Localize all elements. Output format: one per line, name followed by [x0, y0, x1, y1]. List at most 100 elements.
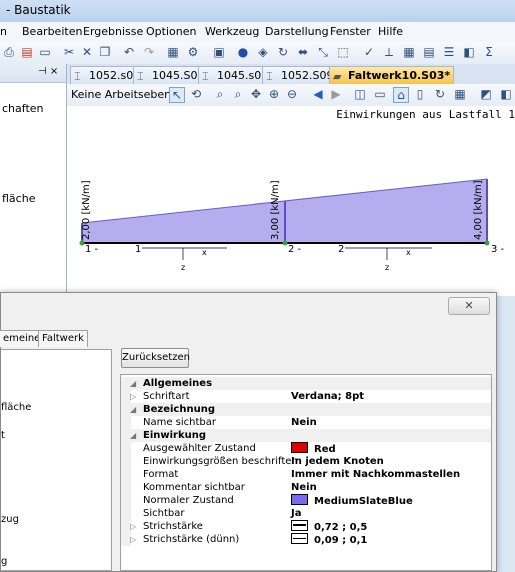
measure-icon[interactable]: ⟂: [382, 45, 396, 59]
check-icon[interactable]: ✓: [362, 45, 376, 59]
forward-icon[interactable]: ▶: [329, 87, 343, 101]
menu-item-view[interactable]: Darstellung: [265, 25, 329, 38]
property-value[interactable]: 0,72 ; 0,5: [291, 520, 367, 534]
collapse-icon[interactable]: ◢: [130, 403, 136, 416]
cut-icon[interactable]: ✂: [62, 45, 76, 59]
slab-icon: ▰: [333, 70, 342, 83]
table-icon[interactable]: ▤: [422, 45, 436, 59]
menu-item-file[interactable]: n: [0, 25, 7, 38]
property-value[interactable]: Nein: [291, 416, 317, 429]
pan-icon[interactable]: ✥: [249, 87, 263, 101]
category-row[interactable]: ◢ Bezeichnung: [121, 403, 491, 416]
property-row[interactable]: Ausgewählter Zustand Red: [121, 442, 491, 455]
list-item[interactable]: fläche: [1, 402, 31, 413]
doc-tab-active[interactable]: ▰ Faltwerk10.S03*: [329, 66, 455, 84]
grid-toggle-icon[interactable]: ▦: [453, 87, 467, 101]
beam-icon: ⌶: [74, 70, 81, 83]
export-icon[interactable]: ▣: [212, 45, 226, 59]
zoom-in-icon[interactable]: ⊕: [267, 87, 281, 101]
zoom-window-icon[interactable]: ⌕: [213, 87, 227, 101]
transform-icon[interactable]: ⤡: [316, 45, 330, 59]
property-row[interactable]: Format Immer mit Nachkommastellen: [121, 468, 491, 481]
list-item[interactable]: g: [1, 556, 7, 567]
delete-icon[interactable]: ✕: [80, 45, 94, 59]
color-swatch: [291, 494, 308, 505]
property-value[interactable]: In jedem Knoten: [291, 455, 384, 468]
view-side-icon[interactable]: ▯: [413, 87, 427, 101]
beam-icon: ⌶: [137, 70, 144, 83]
mirror-icon[interactable]: ◈: [256, 45, 270, 59]
doc-tab[interactable]: ⌶ 1052.S09: [262, 66, 338, 84]
property-row[interactable]: ▷ Strichstärke (dünn) 0,09 ; 0,1: [121, 533, 491, 546]
menu-item-edit[interactable]: Bearbeiten: [22, 25, 82, 38]
category-row[interactable]: ◢ Einwirkung: [121, 429, 491, 442]
expand-icon[interactable]: ▷: [130, 520, 136, 533]
layers-dropdown[interactable]: Keine Arbeitseben ▾: [71, 88, 180, 101]
view-3d-icon[interactable]: ◫: [353, 87, 367, 101]
property-value[interactable]: Verdana; 8pt: [291, 390, 364, 403]
grid-icon[interactable]: ▦: [402, 45, 416, 59]
close-button[interactable]: ✕: [448, 297, 490, 315]
move-icon[interactable]: ⬌: [296, 45, 310, 59]
rotate-icon[interactable]: ↻: [276, 45, 290, 59]
property-name: Schriftart: [143, 391, 190, 402]
menu-item-options[interactable]: Optionen: [146, 25, 196, 38]
collapse-icon[interactable]: ◢: [130, 377, 136, 390]
layers-view-icon[interactable]: ◧: [499, 87, 513, 101]
menu-item-help[interactable]: Hilfe: [378, 25, 403, 38]
scale-icon[interactable]: ⬚: [336, 45, 350, 59]
zoom-icon[interactable]: ⌕: [231, 87, 245, 101]
preview-icon[interactable]: ▭: [38, 45, 52, 59]
property-value[interactable]: Nein: [291, 481, 317, 494]
rotate-view-icon[interactable]: ⟲: [189, 87, 203, 101]
copy-icon[interactable]: ❐: [98, 45, 112, 59]
node-icon[interactable]: ●: [236, 45, 250, 59]
list-icon[interactable]: ☰: [442, 45, 456, 59]
expand-icon[interactable]: ▷: [130, 533, 136, 546]
property-row[interactable]: Sichtbar Ja: [121, 507, 491, 520]
menu-item-window[interactable]: Fenster: [330, 25, 371, 38]
back-icon[interactable]: ◀: [311, 87, 325, 101]
layers-icon[interactable]: ◧: [462, 45, 476, 59]
view-home-icon[interactable]: ⌂: [393, 87, 409, 103]
close-icon: ✕: [464, 299, 474, 312]
list-item[interactable]: t: [1, 430, 5, 441]
expand-icon[interactable]: ▷: [130, 390, 136, 403]
property-row[interactable]: Kommentar sichtbar Nein: [121, 481, 491, 494]
property-value[interactable]: Red: [291, 442, 336, 456]
property-row[interactable]: Normaler Zustand MediumSlateBlue: [121, 494, 491, 507]
render-icon[interactable]: ◩: [479, 87, 493, 101]
pdf-icon[interactable]: ▤: [20, 45, 34, 59]
property-value[interactable]: MediumSlateBlue: [291, 494, 413, 508]
left-panel-item[interactable]: fläche: [2, 192, 35, 205]
view-front-icon[interactable]: ▭: [373, 87, 387, 101]
pin-icon[interactable]: ⊣ ×: [38, 66, 58, 77]
left-panel-item[interactable]: chaften: [2, 102, 44, 115]
property-row[interactable]: ▷ Schriftart Verdana; 8pt: [121, 390, 491, 403]
settings-icon[interactable]: ⚙: [186, 45, 200, 59]
list-item[interactable]: zug: [1, 514, 19, 525]
reset-button[interactable]: Zurücksetzen: [121, 348, 190, 368]
menu-item-tools[interactable]: Werkzeug: [205, 25, 259, 38]
property-row[interactable]: Einwirkungsgrößen beschriften In jedem K…: [121, 455, 491, 468]
property-row[interactable]: ▷ Strichstärke 0,72 ; 0,5: [121, 520, 491, 533]
print-icon[interactable]: ⎙: [2, 45, 16, 59]
category-row[interactable]: ◢ Allgemeines: [121, 377, 491, 390]
property-value[interactable]: 0,09 ; 0,1: [291, 533, 367, 547]
redo-icon[interactable]: ↷: [142, 45, 156, 59]
property-value[interactable]: Immer mit Nachkommastellen: [291, 468, 460, 481]
select-pointer-icon[interactable]: ↖: [169, 87, 185, 103]
undo-icon[interactable]: ↶: [122, 45, 136, 59]
menu-item-results[interactable]: Ergebnisse: [83, 25, 143, 38]
property-value[interactable]: Ja: [291, 507, 301, 520]
property-value-text: 0,09 ; 0,1: [314, 535, 368, 546]
calc-icon[interactable]: Σ: [482, 45, 496, 59]
collapse-icon[interactable]: ◢: [130, 429, 136, 442]
view-toolbar: Keine Arbeitseben ▾ ↖ ⟲ ⌕ ⌕ ✥ ⊕ ⊖ ◀ ▶ ◫ …: [67, 84, 515, 107]
refresh-icon[interactable]: ↻: [433, 87, 447, 101]
model-icon[interactable]: ▦: [166, 45, 180, 59]
property-row[interactable]: Name sichtbar Nein: [121, 416, 491, 429]
zoom-out-icon[interactable]: ⊖: [285, 87, 299, 101]
tab-faltwerk[interactable]: Faltwerk: [38, 330, 88, 347]
drawing-canvas[interactable]: Einwirkungen aus Lastfall 1 2,00 [kN/m] …: [67, 106, 515, 296]
